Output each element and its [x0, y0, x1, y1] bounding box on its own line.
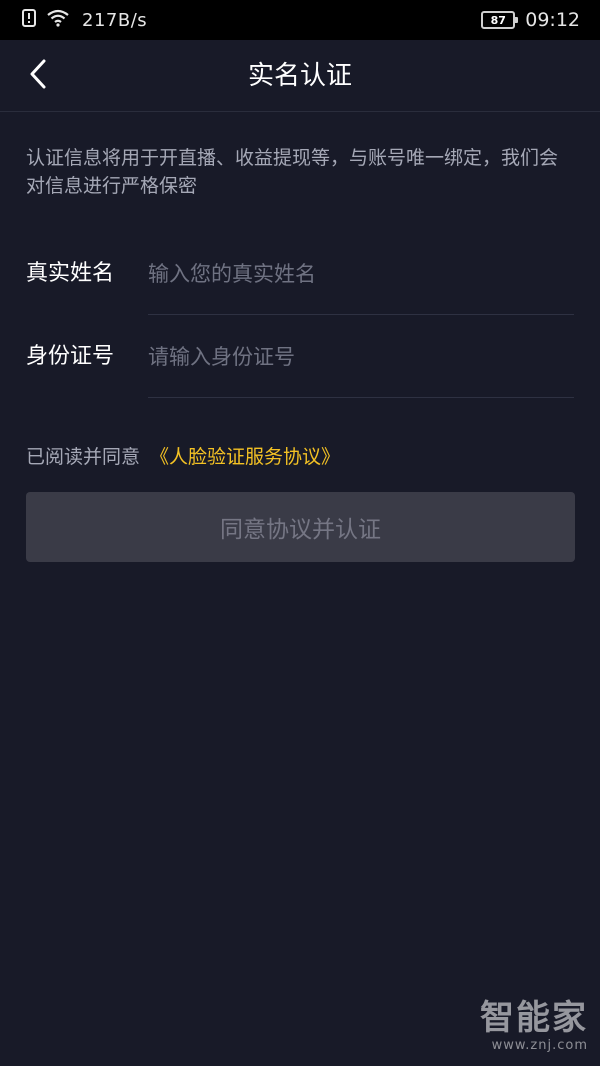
name-row: 真实姓名	[0, 233, 600, 315]
status-time: 09:12	[525, 9, 580, 31]
agreement-link[interactable]: 《人脸验证服务协议》	[150, 446, 340, 468]
nav-bar: 实名认证	[0, 40, 600, 112]
name-label: 真实姓名	[26, 261, 115, 286]
id-label: 身份证号	[26, 344, 115, 369]
status-left: 217B/s	[22, 0, 147, 40]
id-row: 身份证号	[0, 316, 600, 398]
back-button[interactable]	[20, 58, 56, 94]
agreement-prefix: 已阅读并同意	[26, 446, 141, 468]
wifi-icon	[46, 9, 70, 31]
battery-level: 87	[490, 13, 506, 27]
id-number-input[interactable]	[148, 316, 574, 398]
network-speed: 217B/s	[82, 9, 148, 31]
status-bar: 217B/s 87 09:12	[0, 0, 600, 40]
watermark-brand: 智能家	[480, 998, 588, 1038]
auth-description: 认证信息将用于开直播、收益提现等，与账号唯一绑定，我们会对信息进行严格保密	[26, 147, 559, 197]
agree-and-verify-button[interactable]: 同意协议并认证	[26, 492, 575, 562]
alert-icon	[22, 9, 36, 31]
page-title: 实名认证	[247, 61, 352, 91]
watermark: 智能家 www.znj.com	[478, 998, 588, 1060]
agreement-line: 已阅读并同意 《人脸验证服务协议》	[26, 442, 340, 472]
real-name-input[interactable]	[148, 233, 574, 315]
real-name-auth-page: 217B/s 87 09:12 实名认证 认证信息将用于开直播、收益提现等，与账…	[0, 0, 600, 1066]
chevron-left-icon	[28, 58, 48, 94]
battery-icon: 87	[481, 11, 519, 29]
status-right: 87 09:12	[481, 0, 580, 40]
watermark-url: www.znj.com	[491, 1038, 588, 1053]
